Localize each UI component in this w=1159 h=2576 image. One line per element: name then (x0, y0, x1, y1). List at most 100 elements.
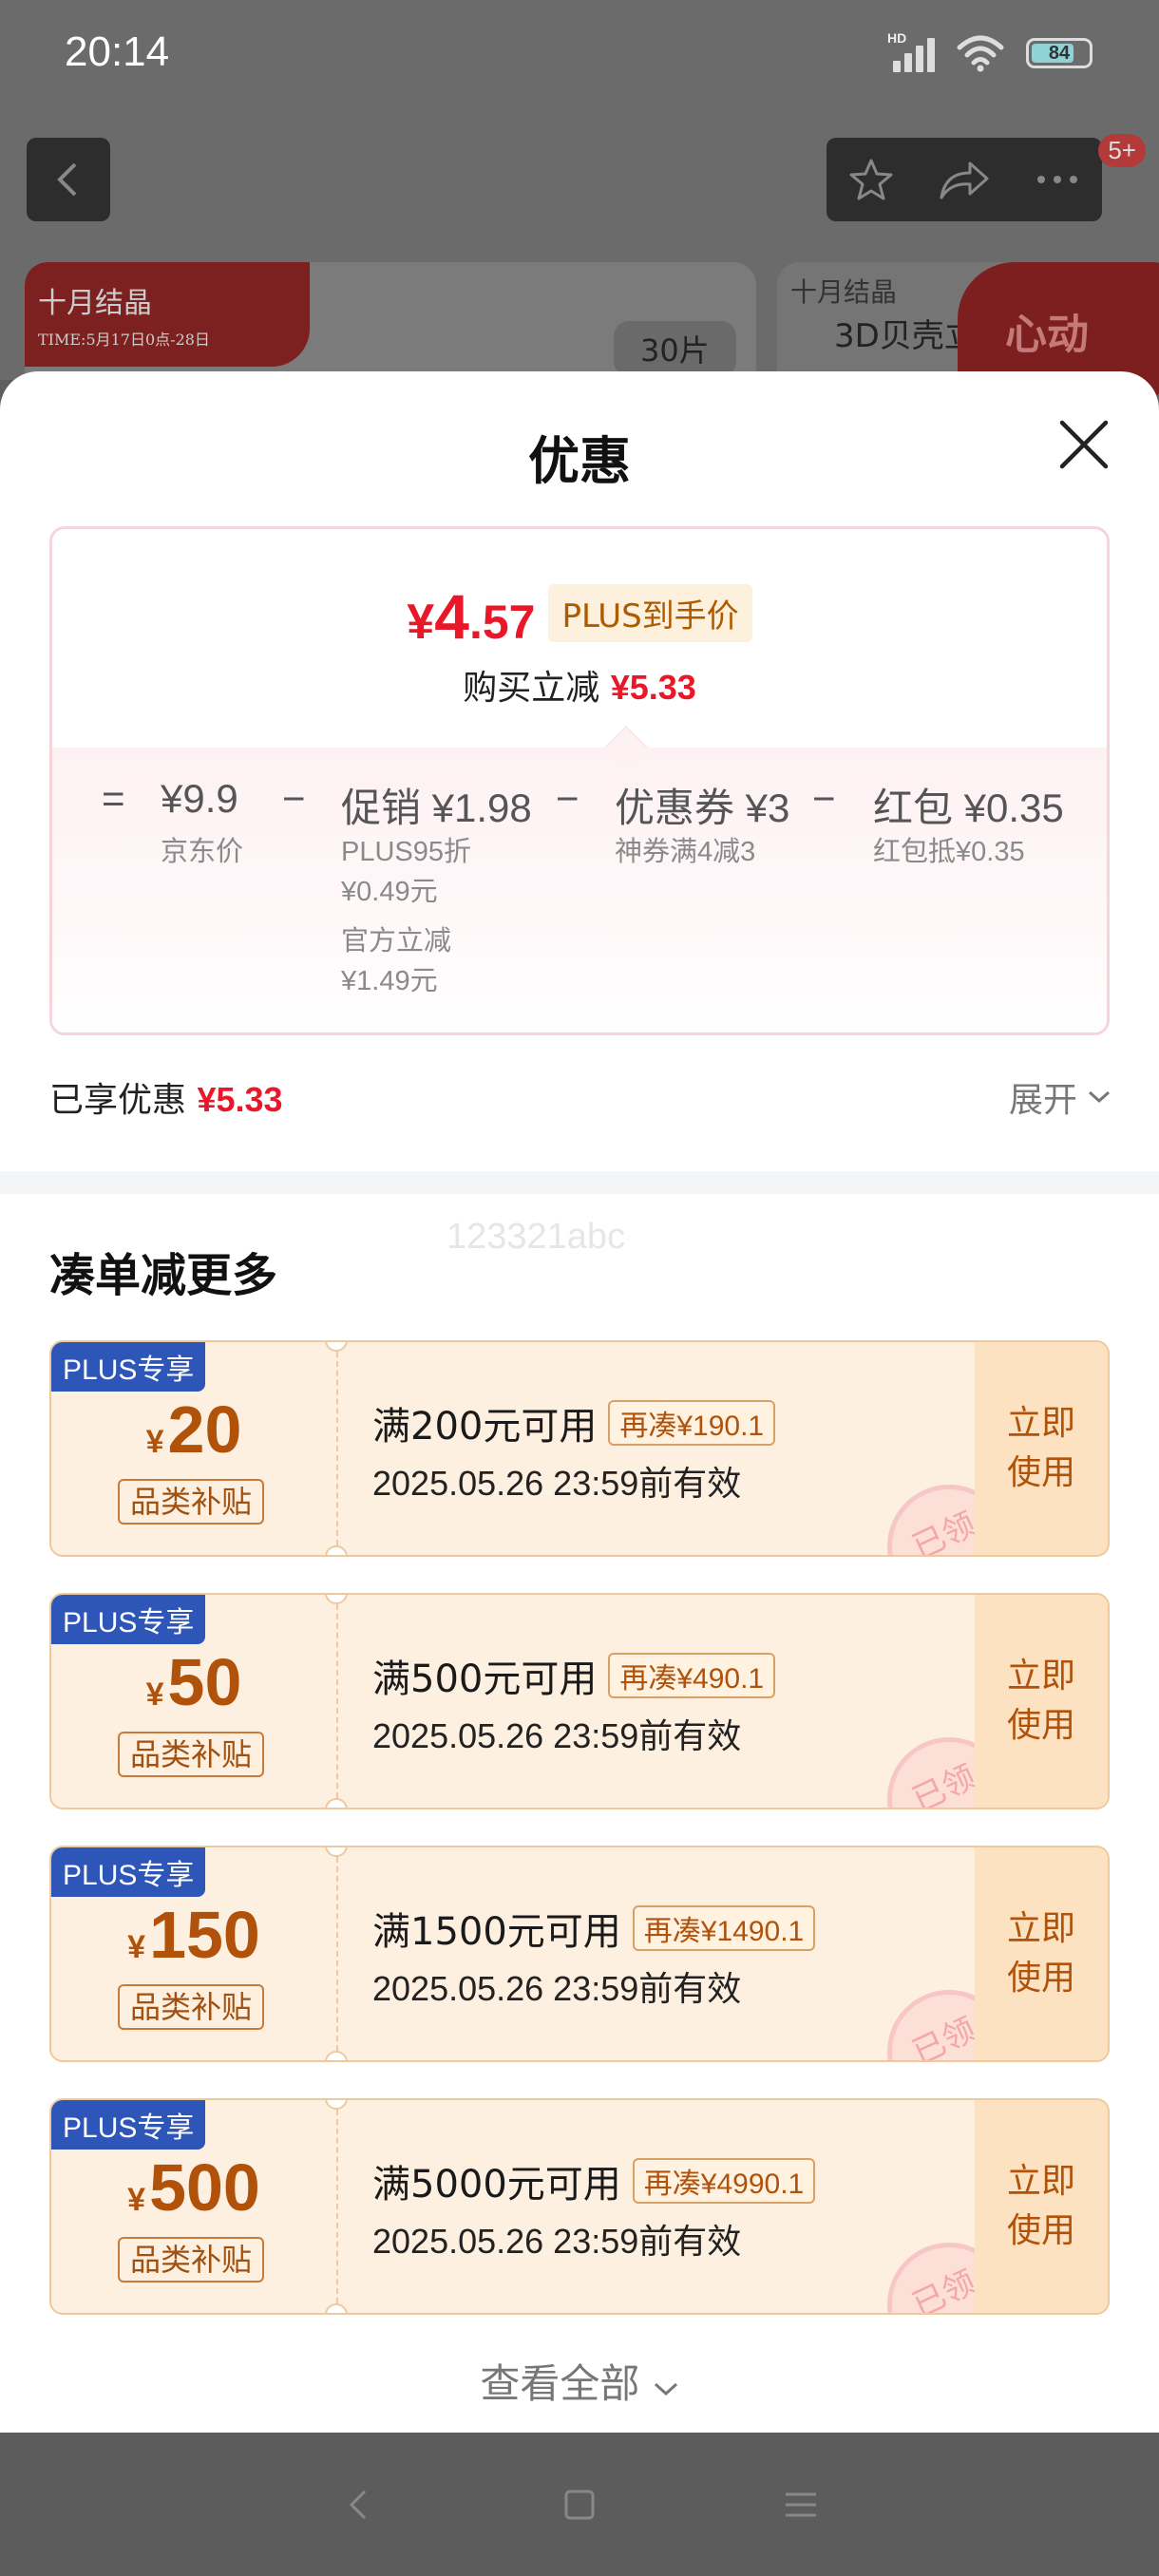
plus-exclusive-tag: PLUS专享 (51, 1342, 206, 1392)
coupon-amount: ¥150 (127, 1898, 260, 1972)
coupon-validity: 2025.05.26 23:59前有效 (372, 2222, 742, 2261)
status-time: 20:14 (65, 28, 170, 75)
coupon-category: 品类补贴 (118, 1732, 264, 1777)
use-now-button[interactable]: 立即使用 (975, 2100, 1108, 2313)
nav-home-button[interactable] (551, 2476, 608, 2533)
banner-right-text: 3D贝壳立 (834, 317, 977, 355)
coupon-label: 神券满4减3 (615, 837, 756, 867)
coupon-validity: 2025.05.26 23:59前有效 (372, 1464, 742, 1503)
use-now-button[interactable]: 立即使用 (975, 1342, 1108, 1555)
coupon-card[interactable]: PLUS专享 ¥20 品类补贴 满200元可用 再凑¥190.1 2025.05… (49, 1340, 1110, 1557)
section-divider (0, 1171, 1159, 1194)
coupon-left: PLUS专享 ¥500 品类补贴 (51, 2100, 336, 2313)
more-icon[interactable] (1034, 170, 1081, 189)
use-now-label: 立即使用 (1006, 1909, 1075, 1998)
banner-left-sub: TIME:5月17日0点-28日 (38, 331, 210, 349)
back-button[interactable] (27, 138, 110, 221)
coupon-condition: 满5000元可用 (372, 2163, 621, 2207)
plus-exclusive-tag: PLUS专享 (51, 2100, 206, 2150)
jd-price-value: ¥9.9 (161, 776, 238, 821)
coupon-separator (336, 1342, 338, 1555)
redpacket-value: 红包 ¥0.35 (873, 786, 1064, 830)
plus-exclusive-tag: PLUS专享 (51, 1847, 206, 1897)
coupon-category: 品类补贴 (118, 1984, 264, 2030)
chevron-left-icon (57, 162, 77, 197)
redpacket-label: 红包抵¥0.35 (873, 837, 1025, 867)
op-minus-redpacket: − (812, 776, 836, 821)
nav-menu-button[interactable] (772, 2476, 829, 2533)
star-icon[interactable] (847, 156, 895, 203)
chevron-down-icon (1088, 1090, 1111, 1104)
notification-badge: 5+ (1098, 134, 1146, 167)
price-breakdown: = ¥9.9 京东价 − 促销 ¥1.98 PLUS95折 ¥0.49元 官方立… (52, 748, 1107, 1032)
coupon-left: PLUS专享 ¥50 品类补贴 (51, 1595, 336, 1808)
use-now-label: 立即使用 (1006, 1657, 1075, 1745)
price-summary-card: ¥4.57 PLUS到手价 购买立减 ¥5.33 = ¥9.9 京东价 − 促销… (49, 526, 1110, 1035)
final-price: ¥4.57 (407, 581, 536, 652)
expand-button[interactable]: 展开 (1009, 1072, 1112, 1122)
op-minus-promo: − (282, 776, 306, 821)
use-now-label: 立即使用 (1006, 1404, 1075, 1492)
nav-back-button[interactable] (330, 2476, 387, 2533)
enjoyed-value: ¥5.33 (197, 1080, 283, 1119)
coupon-condition-row: 满5000元可用 再凑¥4990.1 (372, 2153, 816, 2208)
coupon-remaining: 再凑¥490.1 (608, 1653, 776, 1698)
jd-price-label: 京东价 (161, 837, 244, 867)
close-icon[interactable] (1056, 417, 1112, 472)
banner-left-brand-block: 十月结晶 TIME:5月17日0点-28日 (25, 262, 310, 367)
coupon-condition-row: 满500元可用 再凑¥490.1 (372, 1648, 776, 1703)
promo-plus-label: PLUS95折 (341, 837, 472, 867)
coupon-condition: 满500元可用 (372, 1657, 598, 1701)
share-icon[interactable] (938, 156, 991, 203)
coupon-amount: ¥500 (127, 2150, 260, 2225)
coupon-card[interactable]: PLUS专享 ¥50 品类补贴 满500元可用 再凑¥490.1 2025.05… (49, 1593, 1110, 1809)
coupon-notch-bottom (325, 1545, 348, 1555)
coupon-separator (336, 2100, 338, 2313)
top-nav: 5+ (0, 134, 1159, 225)
banner-left-brand: 十月结晶 (38, 287, 152, 320)
enjoyed-discount: 已享优惠 ¥5.33 (49, 1072, 283, 1122)
price-summary-top: ¥4.57 PLUS到手价 购买立减 ¥5.33 (52, 529, 1107, 748)
coupon-amount: ¥20 (145, 1392, 242, 1467)
discount-sheet: 优惠 ¥4.57 PLUS到手价 购买立减 ¥5.33 = ¥9.9 京东价 −… (0, 371, 1159, 2433)
coupon-value: 优惠券 ¥3 (615, 786, 790, 830)
banner-right-brand: 十月结晶 (790, 276, 898, 308)
coupon-remaining: 再凑¥1490.1 (632, 1905, 816, 1951)
coupon-condition: 满200元可用 (372, 1405, 598, 1449)
final-price-row: ¥4.57 PLUS到手价 (52, 580, 1107, 653)
banner-left-pill: 30片 (614, 321, 736, 376)
use-now-button[interactable]: 立即使用 (975, 1847, 1108, 2060)
hd-label: HD (887, 30, 907, 46)
coupon-category: 品类补贴 (118, 2237, 264, 2282)
coupon-condition-row: 满200元可用 再凑¥190.1 (372, 1395, 776, 1450)
coupon-condition: 满1500元可用 (372, 1910, 621, 1954)
view-all-button[interactable]: 查看全部 (0, 2352, 1159, 2410)
coupon-card[interactable]: PLUS专享 ¥500 品类补贴 满5000元可用 再凑¥4990.1 2025… (49, 2098, 1110, 2315)
status-icons: HD 84 (887, 30, 1092, 72)
view-all-label: 查看全部 (480, 2360, 640, 2407)
sheet-title: 优惠 (528, 431, 631, 491)
op-equals: = (102, 776, 125, 821)
coupon-validity: 2025.05.26 23:59前有效 (372, 1969, 742, 2008)
signal-icon: HD (887, 30, 935, 72)
coupon-notch-bottom (325, 2303, 348, 2313)
coupon-condition-row: 满1500元可用 再凑¥1490.1 (372, 1901, 816, 1956)
use-now-button[interactable]: 立即使用 (975, 1595, 1108, 1808)
coupon-separator (336, 1847, 338, 2060)
action-group (826, 138, 1102, 221)
promo-official-value: ¥1.49元 (341, 966, 438, 996)
nav-menu-icon (786, 2492, 817, 2516)
expand-label: 展开 (1008, 1081, 1077, 1120)
instant-discount-label: 购买立减 (463, 669, 600, 708)
coupon-left: PLUS专享 ¥20 品类补贴 (51, 1342, 336, 1555)
promo-plus-value: ¥0.49元 (341, 877, 438, 907)
watermark: 123321abc (446, 1217, 626, 1257)
coupon-card[interactable]: PLUS专享 ¥150 品类补贴 满1500元可用 再凑¥1490.1 2025… (49, 1846, 1110, 2062)
coupon-validity: 2025.05.26 23:59前有效 (372, 1716, 742, 1755)
coupon-remaining: 再凑¥190.1 (608, 1400, 776, 1446)
nav-back-icon (349, 2490, 366, 2519)
enjoyed-label: 已享优惠 (49, 1081, 187, 1120)
plus-exclusive-tag: PLUS专享 (51, 1595, 206, 1644)
coupon-notch-bottom (325, 1798, 348, 1808)
battery-level: 84 (1048, 42, 1071, 64)
